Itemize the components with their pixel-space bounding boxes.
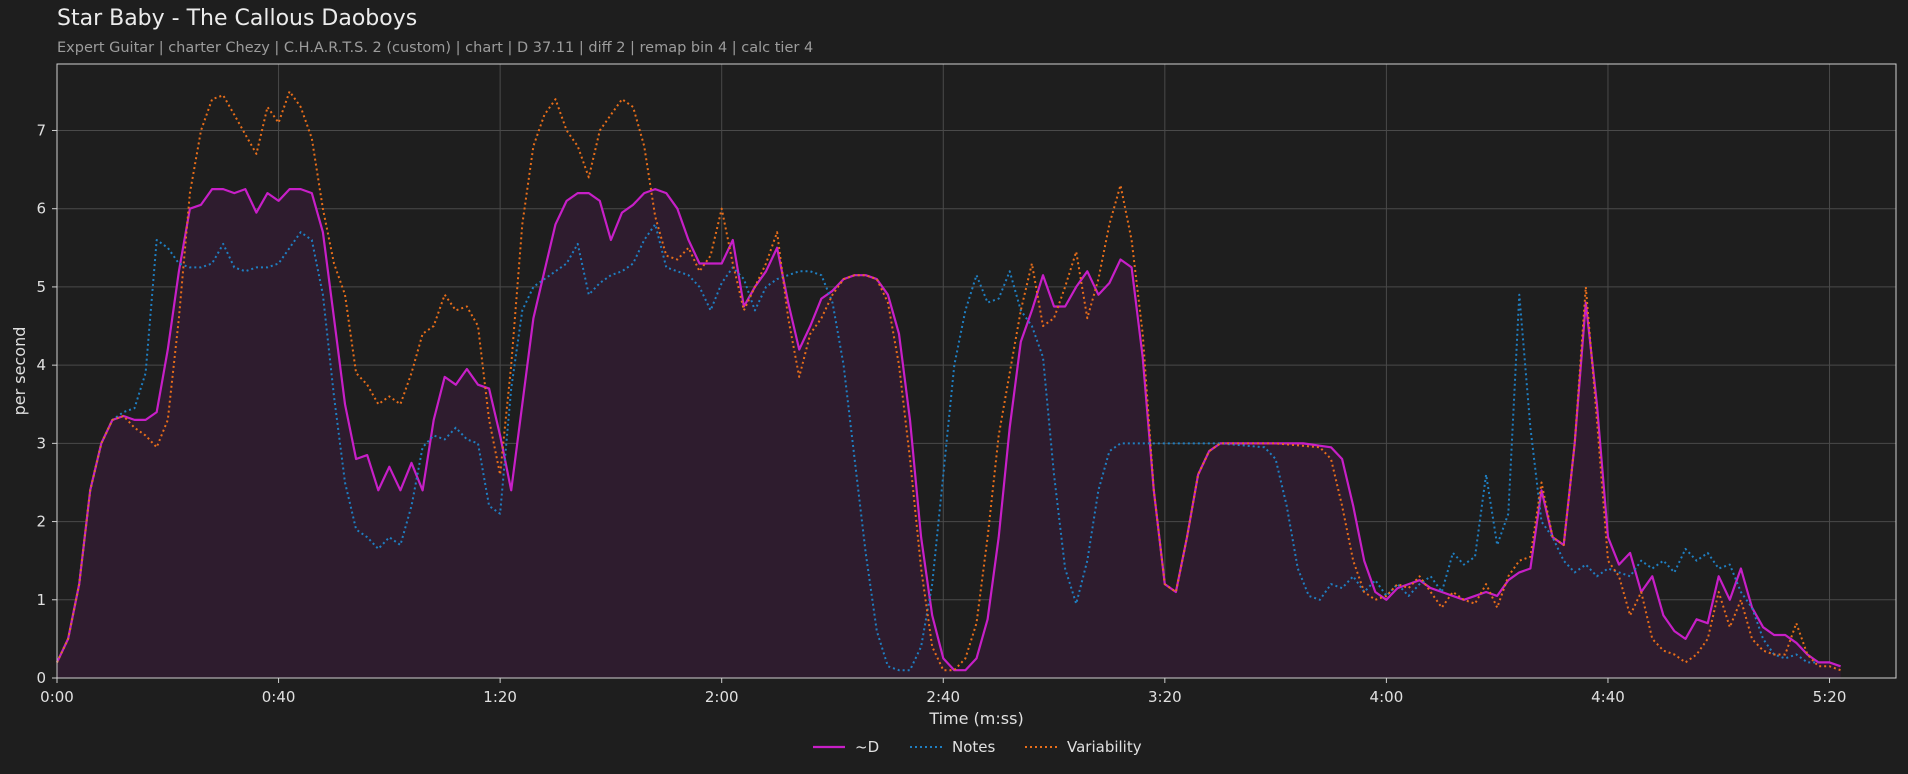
y-tick-label: 0 bbox=[36, 669, 46, 687]
legend-label: ~D bbox=[855, 738, 879, 756]
y-tick-label: 7 bbox=[36, 121, 46, 139]
x-tick-label: 1:20 bbox=[483, 688, 517, 706]
x-axis-ticks: 0:00 0:40 1:20 2:00 2:40 3:20 4:00 4:40 5:20 bbox=[40, 678, 1846, 706]
y-tick-label: 2 bbox=[36, 513, 46, 531]
legend: ~D Notes Variability bbox=[813, 738, 1142, 756]
y-axis-label: per second bbox=[10, 327, 29, 416]
y-tick-label: 4 bbox=[36, 356, 46, 374]
y-tick-label: 3 bbox=[36, 434, 46, 452]
x-tick-label: 4:00 bbox=[1370, 688, 1404, 706]
x-tick-label: 0:00 bbox=[40, 688, 74, 706]
x-tick-label: 3:20 bbox=[1148, 688, 1182, 706]
series-area-d bbox=[57, 189, 1841, 678]
chart-svg: 0:00 0:40 1:20 2:00 2:40 3:20 4:00 4:40 5:20 0 1 2… bbox=[10, 63, 1897, 756]
x-tick-label: 4:40 bbox=[1591, 688, 1625, 706]
x-axis-label: Time (m:ss) bbox=[928, 709, 1023, 728]
y-axis-ticks: 0 1 2 3 4 5 6 7 bbox=[36, 121, 57, 687]
legend-label: Variability bbox=[1067, 738, 1142, 756]
x-tick-label: 2:40 bbox=[926, 688, 960, 706]
legend-label: Notes bbox=[952, 738, 996, 756]
area-layer bbox=[57, 189, 1841, 678]
x-tick-label: 5:20 bbox=[1813, 688, 1847, 706]
y-tick-label: 5 bbox=[36, 278, 46, 296]
x-tick-label: 0:40 bbox=[262, 688, 296, 706]
x-tick-label: 2:00 bbox=[705, 688, 739, 706]
y-tick-label: 6 bbox=[36, 200, 46, 218]
y-tick-label: 1 bbox=[36, 591, 46, 609]
